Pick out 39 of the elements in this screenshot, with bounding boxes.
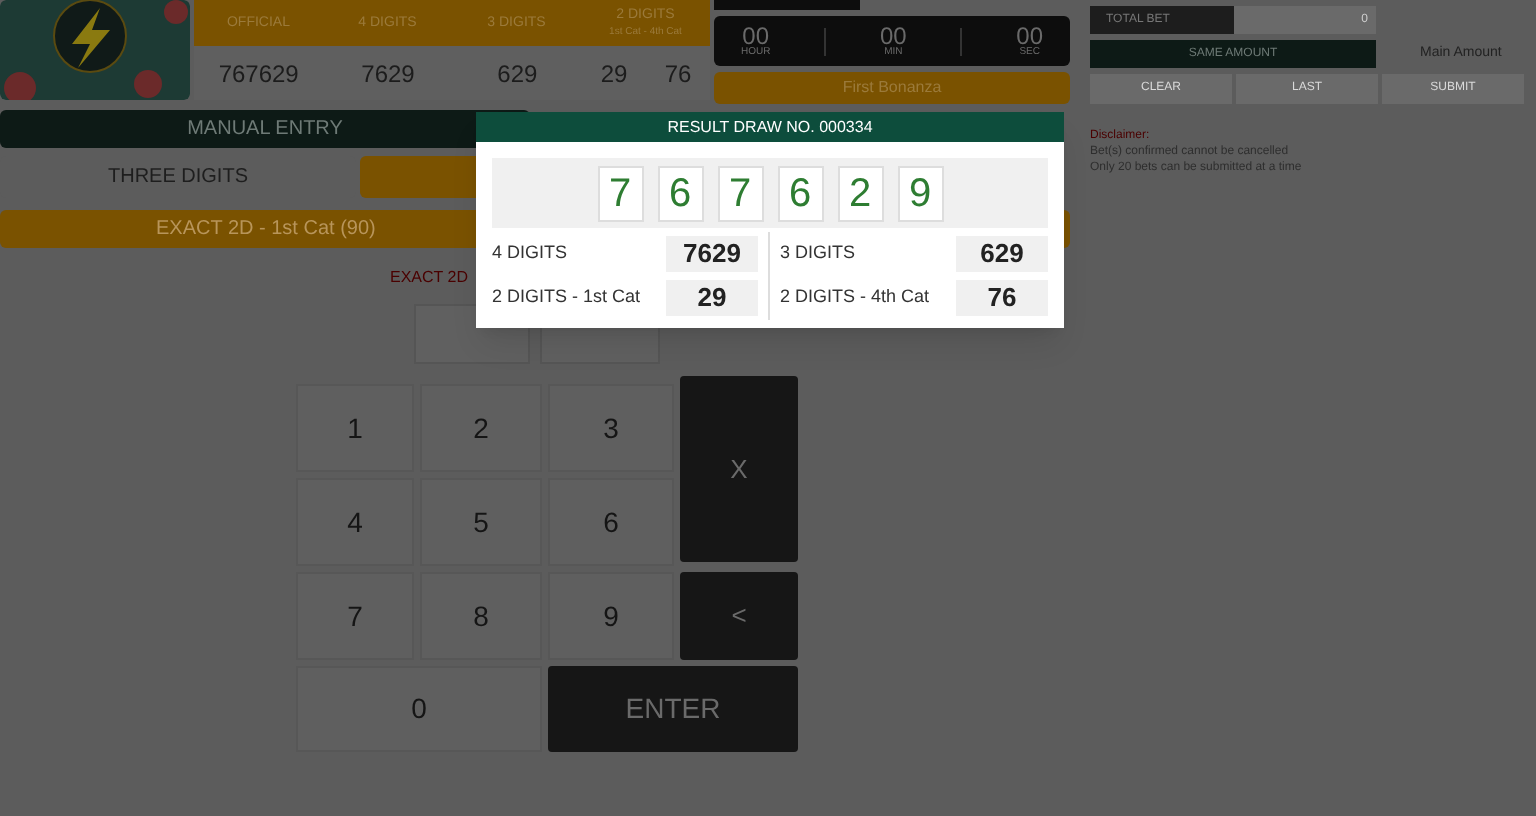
stat-label: 4 DIGITS	[492, 240, 568, 267]
keypad-key[interactable]: X	[680, 376, 798, 562]
stat-value: 29	[666, 280, 758, 316]
keypad-key[interactable]: 1	[296, 384, 414, 472]
result-digit: 7	[717, 165, 763, 221]
stat-value: 629	[956, 236, 1048, 272]
result-digit: 2	[837, 165, 883, 221]
keypad-key[interactable]: 3	[548, 384, 674, 472]
keypad-key[interactable]: 2	[420, 384, 542, 472]
keypad-key[interactable]: 5	[420, 478, 542, 566]
manual-entry-bar: MANUAL ENTRY	[0, 110, 530, 148]
stat-label: 2 DIGITS - 4th Cat	[780, 284, 930, 311]
result-digit: 6	[657, 165, 703, 221]
result-digit: 9	[897, 165, 943, 221]
stat-label: 2 DIGITS - 1st Cat	[492, 284, 641, 311]
keypad-key[interactable]: 9	[548, 572, 674, 660]
keypad-key[interactable]: 6	[548, 478, 674, 566]
result-digit: 7	[597, 165, 643, 221]
table-cell-text: 767629	[218, 57, 299, 91]
keypad-key[interactable]: 7	[296, 572, 414, 660]
bet-label: EXACT 2D	[390, 266, 468, 290]
result-digit: 6	[777, 165, 823, 221]
timer-value: 00	[880, 24, 907, 48]
keypad-key[interactable]: 0	[296, 666, 542, 752]
bonanza-button[interactable]: First Bonanza	[714, 72, 1070, 104]
stat-label: 3 DIGITS	[780, 240, 856, 267]
keypad-key[interactable]: 8	[420, 572, 542, 660]
stat-value: 76	[956, 280, 1048, 316]
table-cell-text: 29	[600, 57, 628, 91]
keypad-key[interactable]: <	[680, 572, 798, 660]
table-cell-text: 76	[664, 57, 692, 91]
dialog-title: RESULT DRAW NO. 000334	[476, 112, 1064, 142]
timer-value: 00	[742, 24, 769, 48]
table-cell-text: 7629	[361, 57, 415, 91]
keypad-key[interactable]: ENTER	[548, 666, 798, 752]
timer-value: 00	[1016, 24, 1044, 48]
keypad-key[interactable]: 4	[296, 478, 414, 566]
stat-value: 7629	[666, 236, 758, 272]
table-cell-text: 629	[497, 57, 538, 91]
